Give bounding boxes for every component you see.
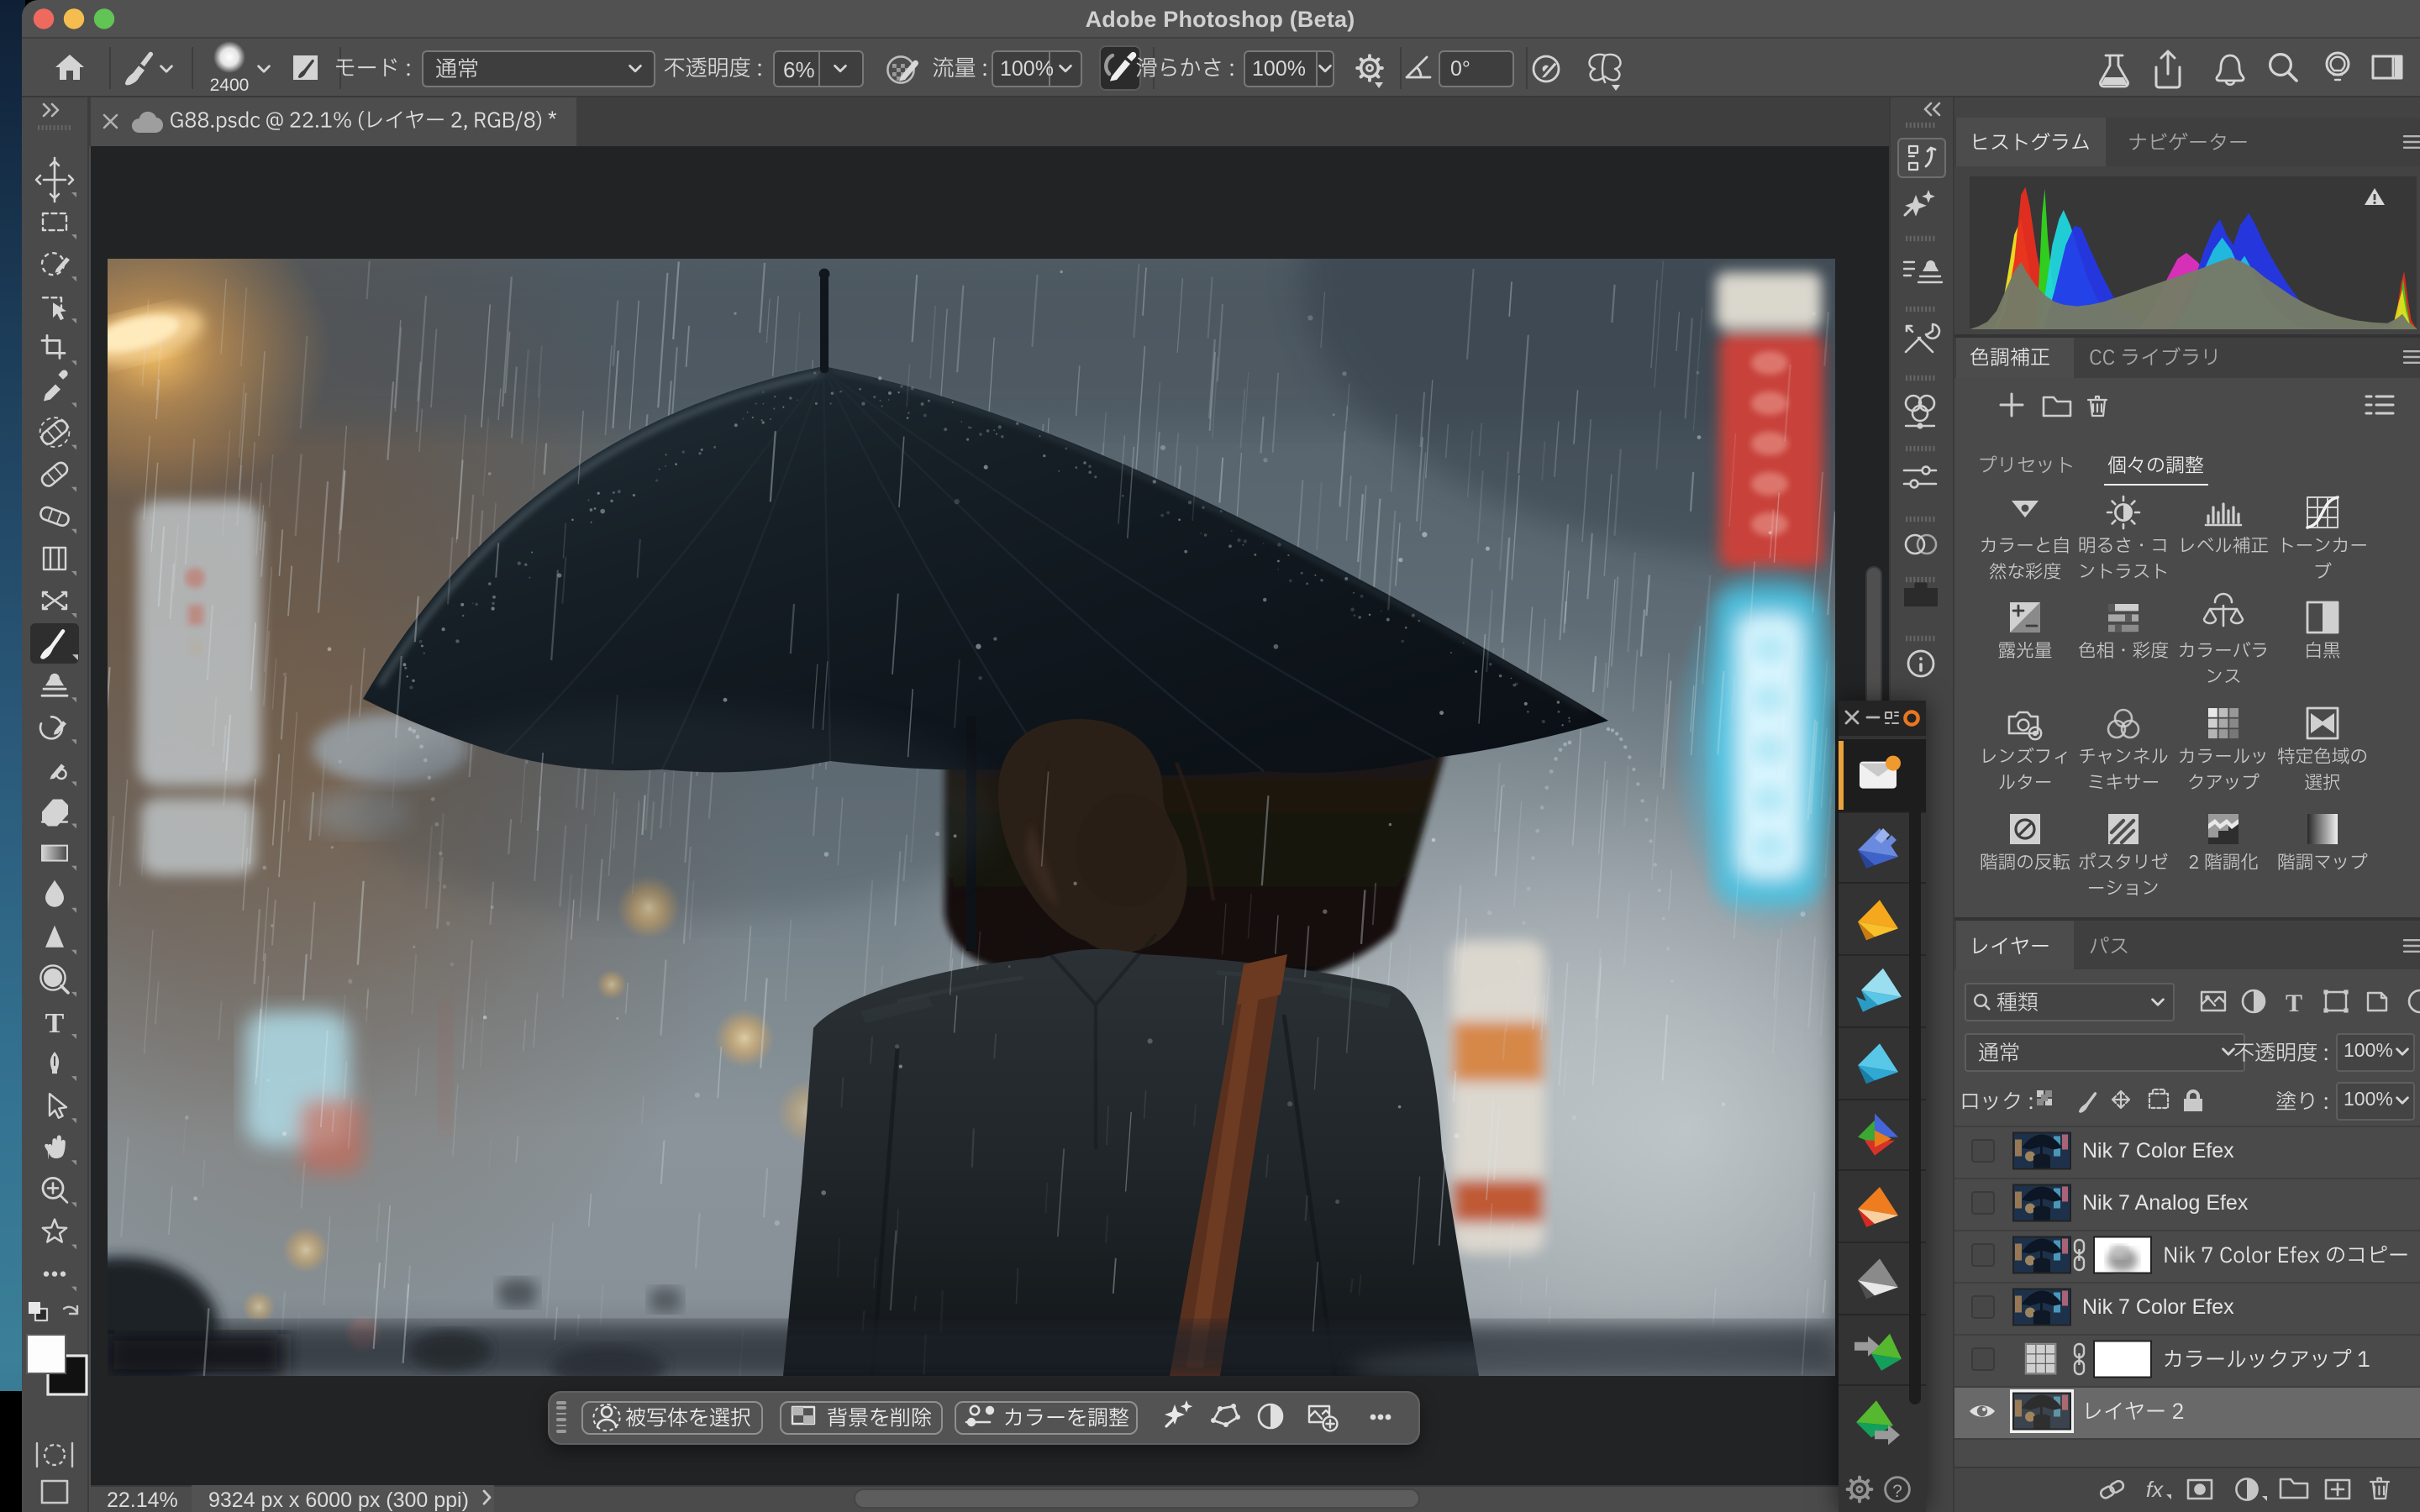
svg-text:fx: fx (2146, 1477, 2164, 1502)
svg-text:T: T (45, 1008, 65, 1039)
svg-text:T: T (2286, 990, 2302, 1017)
svg-text:?: ? (1892, 1482, 1902, 1501)
